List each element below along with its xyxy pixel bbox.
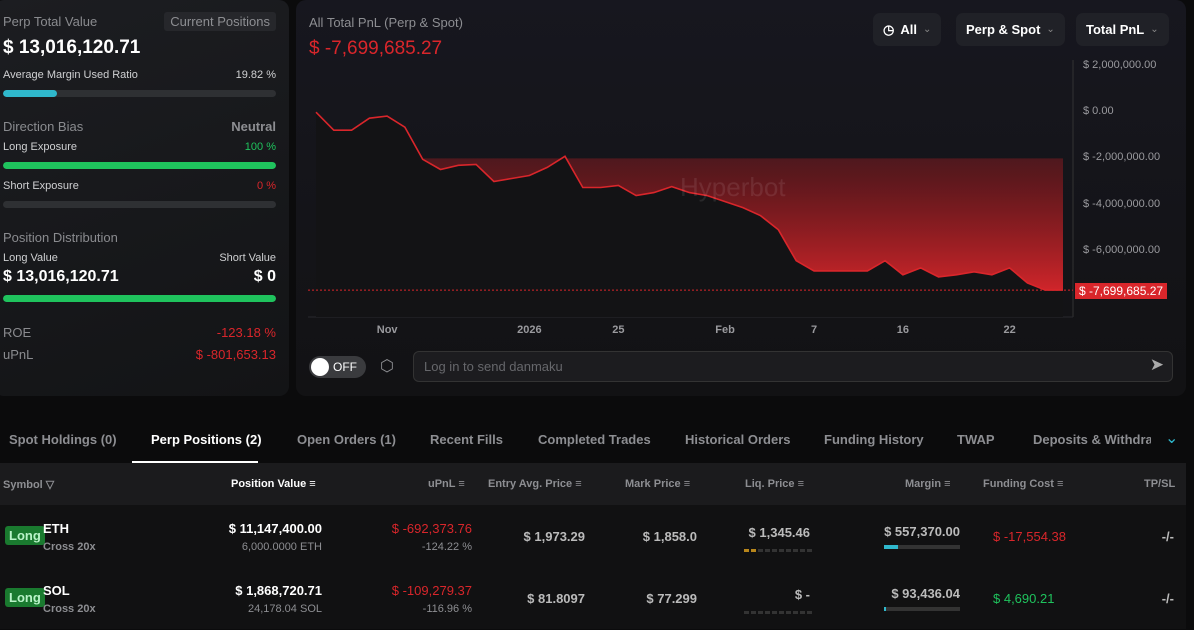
tab-deposits-withdrawals[interactable]: Deposits & Withdraw bbox=[1033, 432, 1151, 447]
tab-bar: Spot Holdings (0) Perp Positions (2) Ope… bbox=[0, 420, 1194, 463]
side-badge: Long bbox=[5, 588, 45, 607]
liq-risk-meter bbox=[744, 608, 814, 614]
upnl-percent: -116.96 % bbox=[422, 603, 472, 615]
sort-icon: ≡ bbox=[309, 478, 316, 490]
x-tick-label: Nov bbox=[376, 324, 398, 336]
tpsl[interactable]: -/- bbox=[1162, 591, 1174, 606]
tpsl[interactable]: -/- bbox=[1162, 529, 1174, 544]
y-tick-label: $ -6,000,000.00 bbox=[1083, 243, 1161, 256]
position-value: $ 11,147,400.00 bbox=[228, 521, 322, 536]
tab-twap[interactable]: TWAP bbox=[957, 432, 995, 447]
upnl-label: uPnL bbox=[3, 347, 34, 362]
side-badge: Long bbox=[5, 526, 45, 545]
tab-perp-positions[interactable]: Perp Positions (2) bbox=[151, 432, 262, 447]
sort-icon: ≡ bbox=[797, 478, 805, 490]
settings-hex-icon[interactable]: ⬡ bbox=[380, 356, 394, 376]
header-entry-price[interactable]: Entry Avg. Price ≡ bbox=[488, 478, 582, 490]
header-funding-cost[interactable]: Funding Cost ≡ bbox=[983, 478, 1063, 490]
header-mark-price[interactable]: Mark Price ≡ bbox=[625, 478, 690, 490]
header-upnl[interactable]: uPnL ≡ bbox=[428, 478, 465, 490]
x-tick-label: 7 bbox=[810, 324, 818, 336]
header-position-value[interactable]: Position Value ≡ bbox=[231, 478, 316, 490]
upnl-value: $ -801,653.13 bbox=[195, 347, 276, 362]
filter-icon: ▽ bbox=[45, 479, 55, 491]
margin-mode: Cross 20x bbox=[43, 541, 96, 553]
margin: $ 557,370.00 bbox=[884, 524, 960, 539]
x-tick-label: 25 bbox=[612, 324, 625, 336]
x-tick-label: 16 bbox=[896, 324, 910, 336]
sort-icon: ≡ bbox=[683, 478, 691, 490]
margin: $ 93,436.04 bbox=[891, 586, 960, 601]
upnl: $ -692,373.76 bbox=[391, 521, 472, 536]
margin-bar bbox=[884, 607, 960, 611]
tab-historical-orders[interactable]: Historical Orders bbox=[685, 432, 791, 447]
mark-price: $ 1,858.0 bbox=[642, 529, 697, 544]
header-margin[interactable]: Margin ≡ bbox=[905, 478, 951, 490]
liq-price: $ - bbox=[794, 587, 810, 602]
symbol[interactable]: ETH bbox=[43, 521, 69, 536]
chevron-down-icon[interactable]: ⌄ bbox=[1165, 428, 1178, 448]
liq-risk-meter bbox=[744, 546, 814, 552]
liq-price: $ 1,345.46 bbox=[748, 525, 810, 540]
tab-spot-holdings[interactable]: Spot Holdings (0) bbox=[9, 432, 117, 447]
margin-mode: Cross 20x bbox=[43, 603, 96, 615]
entry-price: $ 81.8097 bbox=[527, 591, 585, 606]
x-tick-label: Feb bbox=[715, 324, 735, 336]
tab-completed-trades[interactable]: Completed Trades bbox=[538, 432, 651, 447]
current-value-label: $ -7,699,685.27 bbox=[1075, 283, 1168, 299]
upnl: $ -109,279.37 bbox=[391, 583, 472, 598]
table-header: Symbol ▽ Position Value ≡ uPnL ≡ Entry A… bbox=[0, 463, 1186, 505]
table-row[interactable]: Long ETH Cross 20x $ 11,147,400.00 6,000… bbox=[0, 505, 1186, 567]
funding-cost: $ -17,554.38 bbox=[993, 529, 1067, 544]
position-size: 6,000.0000 ETH bbox=[241, 541, 322, 553]
y-tick-label: $ -4,000,000.00 bbox=[1083, 197, 1161, 210]
position-size: 24,178.04 SOL bbox=[247, 603, 322, 615]
y-tick-label: $ 0.00 bbox=[1083, 105, 1114, 118]
sort-icon: ≡ bbox=[944, 478, 951, 490]
table-row[interactable]: Long SOL Cross 20x $ 1,868,720.71 24,178… bbox=[0, 567, 1186, 629]
funding-cost: $ 4,690.21 bbox=[993, 591, 1055, 606]
y-tick-label: $ 2,000,000.00 bbox=[1083, 59, 1157, 71]
x-tick-label: 22 bbox=[1003, 324, 1016, 336]
symbol[interactable]: SOL bbox=[43, 583, 70, 598]
watermark: Hyperbot bbox=[680, 172, 786, 202]
upnl-percent: -124.22 % bbox=[421, 541, 472, 553]
toggle-knob bbox=[311, 358, 329, 376]
y-tick-label: $ -2,000,000.00 bbox=[1083, 151, 1161, 164]
entry-price: $ 1,973.29 bbox=[523, 529, 585, 544]
sort-icon: ≡ bbox=[1056, 478, 1064, 490]
tab-open-orders[interactable]: Open Orders (1) bbox=[297, 432, 396, 447]
header-tpsl[interactable]: TP/SL bbox=[1144, 478, 1175, 490]
danmaku-toggle[interactable]: OFF bbox=[309, 356, 366, 378]
header-liq-price[interactable]: Liq. Price ≡ bbox=[745, 478, 804, 490]
tab-funding-history[interactable]: Funding History bbox=[824, 432, 924, 447]
pnl-chart: Hyperbot bbox=[308, 60, 1074, 318]
sort-icon: ≡ bbox=[575, 478, 582, 490]
position-value: $ 1,868,720.71 bbox=[235, 583, 322, 598]
sort-icon: ≡ bbox=[458, 478, 465, 490]
x-tick-label: 2026 bbox=[517, 324, 542, 336]
mark-price: $ 77.299 bbox=[646, 591, 697, 606]
margin-bar bbox=[884, 545, 960, 549]
danmaku-input[interactable]: Log in to send danmaku ➤ bbox=[413, 351, 1173, 382]
send-icon[interactable]: ➤ bbox=[1150, 355, 1164, 375]
tab-recent-fills[interactable]: Recent Fills bbox=[430, 432, 503, 447]
header-symbol[interactable]: Symbol ▽ bbox=[3, 478, 54, 491]
